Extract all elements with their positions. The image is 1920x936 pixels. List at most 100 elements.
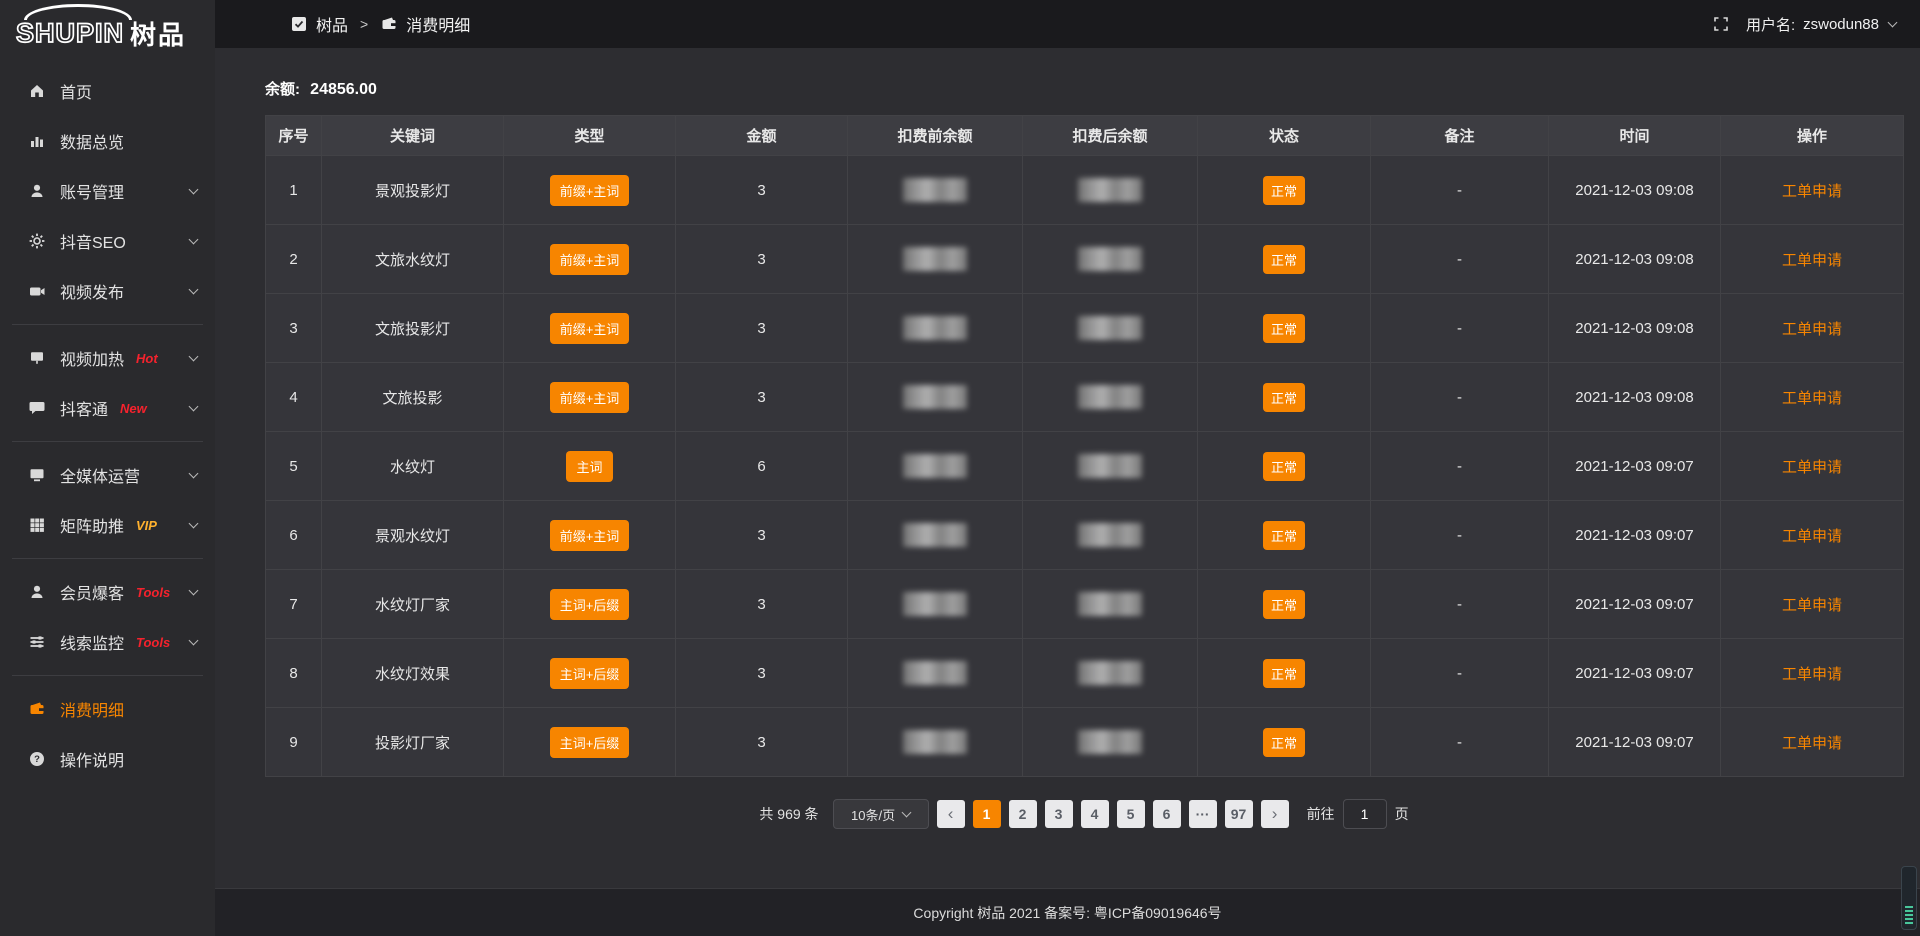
cell-time: 2021-12-03 09:07 — [1549, 708, 1721, 777]
sidebar-divider — [12, 675, 203, 676]
prev-page-button[interactable]: ‹ — [937, 800, 965, 828]
breadcrumb-root[interactable]: 树品 — [316, 12, 348, 36]
type-badge: 主词 — [566, 451, 612, 482]
sidebar-item-data-overview[interactable]: 数据总览 — [0, 116, 215, 166]
page-size-select[interactable]: 10条/页 — [833, 799, 929, 829]
cell-amount: 3 — [676, 708, 848, 777]
top-bar: 树品 > 消费明细 用户名: zswodun88 — [215, 0, 1920, 48]
cell-time: 2021-12-03 09:07 — [1549, 639, 1721, 708]
sidebar-item-label: 操作说明 — [60, 747, 124, 771]
cell-remark: - — [1371, 156, 1549, 225]
cell-type: 主词+后缀 — [504, 708, 676, 777]
user-menu[interactable]: 用户名: zswodun88 — [1746, 14, 1896, 35]
cell-remark: - — [1371, 363, 1549, 432]
cell-remark: - — [1371, 708, 1549, 777]
sidebar-item-all-media[interactable]: 全媒体运营 — [0, 450, 215, 500]
sidebar-item-consumption-detail[interactable]: 消费明细 — [0, 684, 215, 734]
cell-amount: 3 — [676, 294, 848, 363]
fullscreen-icon[interactable] — [1712, 15, 1730, 33]
col-remark: 备注 — [1371, 116, 1549, 156]
sidebar-item-account-management[interactable]: 账号管理 — [0, 166, 215, 216]
sidebar-item-label: 视频发布 — [60, 279, 124, 303]
sidebar-item-douyin-seo[interactable]: 抖音SEO — [0, 216, 215, 266]
chevron-down-icon — [189, 635, 199, 645]
new-tag: New — [120, 401, 147, 416]
page-button-1[interactable]: 1 — [973, 800, 1001, 828]
cell-action: 工单申请 — [1721, 708, 1904, 777]
next-page-button[interactable]: › — [1261, 800, 1289, 828]
table-row: 4 文旅投影 前缀+主词 3 正常 - 2021-12-03 09:08 工单申… — [266, 363, 1904, 432]
breadcrumb-current: 消费明细 — [406, 12, 470, 36]
redacted-value — [903, 523, 967, 547]
type-badge: 主词+后缀 — [550, 658, 630, 689]
cell-status: 正常 — [1198, 501, 1371, 570]
type-badge: 主词+后缀 — [550, 589, 630, 620]
work-order-link[interactable]: 工单申请 — [1782, 390, 1842, 407]
tools-tag: Tools — [136, 585, 170, 600]
type-badge: 前缀+主词 — [550, 313, 630, 344]
col-amount: 金额 — [676, 116, 848, 156]
logo-text-cn: 树品 — [130, 15, 186, 52]
balance: 余额: 24856.00 — [265, 78, 1903, 99]
goto-page-input[interactable] — [1343, 799, 1387, 829]
username-label: 用户名: — [1746, 14, 1795, 35]
cell-keyword: 投影灯厂家 — [322, 708, 504, 777]
redacted-value — [903, 385, 967, 409]
cell-index: 6 — [266, 501, 322, 570]
redacted-value — [1078, 385, 1142, 409]
sidebar-item-matrix-boost[interactable]: 矩阵助推 VIP — [0, 500, 215, 550]
work-order-link[interactable]: 工单申请 — [1782, 735, 1842, 752]
pagination-total: 共 969 条 — [759, 804, 818, 824]
chevron-down-icon — [1888, 17, 1898, 27]
sidebar-item-label: 消费明细 — [60, 697, 124, 721]
app-square-icon — [290, 15, 308, 33]
redacted-value — [1078, 454, 1142, 478]
sidebar-item-douketong[interactable]: 抖客通 New — [0, 383, 215, 433]
work-order-link[interactable]: 工单申请 — [1782, 321, 1842, 338]
floating-widget[interactable] — [1901, 866, 1917, 930]
sidebar-item-video-heat[interactable]: 视频加热 Hot — [0, 333, 215, 383]
sidebar-item-video-publish[interactable]: 视频发布 — [0, 266, 215, 316]
page-button-3[interactable]: 3 — [1045, 800, 1073, 828]
cell-action: 工单申请 — [1721, 225, 1904, 294]
table-row: 7 水纹灯厂家 主词+后缀 3 正常 - 2021-12-03 09:07 工单… — [266, 570, 1904, 639]
page-button-4[interactable]: 4 — [1081, 800, 1109, 828]
work-order-link[interactable]: 工单申请 — [1782, 183, 1842, 200]
sidebar-item-member-leads[interactable]: 会员爆客 Tools — [0, 567, 215, 617]
more-pages-button[interactable]: ··· — [1189, 800, 1217, 828]
goto-page: 前往 页 — [1307, 799, 1409, 829]
col-index: 序号 — [266, 116, 322, 156]
work-order-link[interactable]: 工单申请 — [1782, 459, 1842, 476]
col-keyword: 关键词 — [322, 116, 504, 156]
chevron-down-icon — [189, 284, 199, 294]
table-row: 8 水纹灯效果 主词+后缀 3 正常 - 2021-12-03 09:07 工单… — [266, 639, 1904, 708]
page-button-97[interactable]: 97 — [1225, 800, 1253, 828]
cell-amount: 3 — [676, 639, 848, 708]
sidebar-item-label: 矩阵助推 — [60, 513, 124, 537]
cell-balance-before — [848, 156, 1023, 225]
cell-action: 工单申请 — [1721, 639, 1904, 708]
work-order-link[interactable]: 工单申请 — [1782, 597, 1842, 614]
cell-type: 主词+后缀 — [504, 570, 676, 639]
sidebar-item-clue-monitor[interactable]: 线索监控 Tools — [0, 617, 215, 667]
cell-amount: 3 — [676, 363, 848, 432]
sidebar-item-instructions[interactable]: ? 操作说明 — [0, 734, 215, 784]
page-button-6[interactable]: 6 — [1153, 800, 1181, 828]
work-order-link[interactable]: 工单申请 — [1782, 666, 1842, 683]
cell-time: 2021-12-03 09:08 — [1549, 363, 1721, 432]
cell-type: 前缀+主词 — [504, 294, 676, 363]
copyright-text: Copyright 树品 2021 备案号: 粤ICP备09019646号 — [913, 903, 1221, 923]
page-button-2[interactable]: 2 — [1009, 800, 1037, 828]
screen-board-icon — [28, 349, 46, 367]
chevron-down-icon — [189, 184, 199, 194]
cell-balance-after — [1023, 363, 1198, 432]
breadcrumb: 树品 > 消费明细 — [290, 12, 470, 36]
redacted-value — [903, 661, 967, 685]
question-circle-icon: ? — [28, 750, 46, 768]
table-row: 3 文旅投影灯 前缀+主词 3 正常 - 2021-12-03 09:08 工单… — [266, 294, 1904, 363]
work-order-link[interactable]: 工单申请 — [1782, 528, 1842, 545]
cell-type: 前缀+主词 — [504, 156, 676, 225]
page-button-5[interactable]: 5 — [1117, 800, 1145, 828]
sidebar-item-home[interactable]: 首页 — [0, 66, 215, 116]
work-order-link[interactable]: 工单申请 — [1782, 252, 1842, 269]
